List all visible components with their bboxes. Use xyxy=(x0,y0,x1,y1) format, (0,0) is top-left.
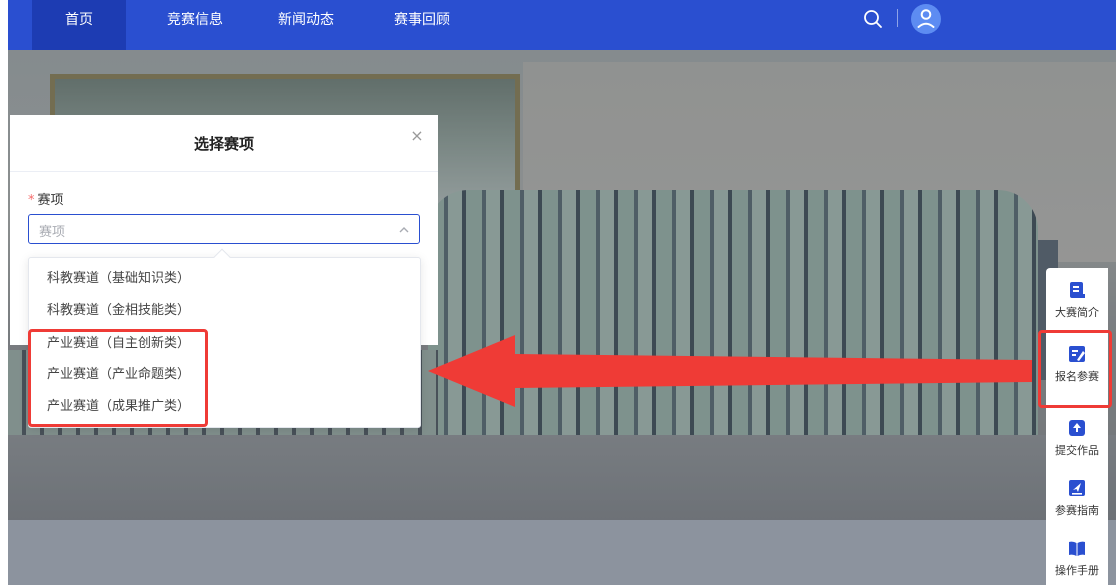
highlight-box-register xyxy=(1038,330,1112,408)
dialog-title: 选择赛项 xyxy=(193,135,254,153)
dialog-divider xyxy=(10,171,438,172)
event-field-label: * 赛项 xyxy=(28,189,64,208)
nav-divider xyxy=(897,9,898,27)
close-icon[interactable]: × xyxy=(408,127,426,145)
sidebar-item-guide[interactable]: 参赛指南 xyxy=(1046,466,1108,526)
user-avatar[interactable] xyxy=(911,4,941,34)
chevron-up-icon xyxy=(399,227,409,233)
user-icon xyxy=(917,9,935,28)
sidebar-item-label: 提交作品 xyxy=(1055,444,1099,457)
book-icon xyxy=(1069,541,1085,556)
nav-item-news[interactable]: 新闻动态 xyxy=(264,0,348,50)
event-select[interactable]: 赛项 xyxy=(28,214,420,244)
floating-sidebar: 大赛简介 报名参赛 提交作品 参赛指南 操作手册 xyxy=(1046,268,1108,585)
sidebar-item-label: 操作手册 xyxy=(1055,564,1099,577)
sidebar-item-intro[interactable]: 大赛简介 xyxy=(1046,268,1108,328)
guide-icon xyxy=(1069,480,1085,496)
nav-item-label: 首页 xyxy=(65,12,93,28)
event-select-placeholder: 赛项 xyxy=(39,225,66,240)
sidebar-item-manual[interactable]: 操作手册 xyxy=(1046,526,1108,585)
dropdown-option[interactable]: 科教赛道（基础知识类） xyxy=(29,264,420,294)
nav-item-label: 新闻动态 xyxy=(278,12,334,28)
nav-item-competition-info[interactable]: 竞赛信息 xyxy=(153,0,237,50)
dropdown-option[interactable]: 科教赛道（金相技能类） xyxy=(29,296,420,326)
highlight-box-industry-options xyxy=(28,329,208,427)
nav-item-home[interactable]: 首页 xyxy=(32,0,126,50)
top-navigation: 首页 竞赛信息 新闻动态 赛事回顾 xyxy=(8,0,1116,50)
search-icon[interactable] xyxy=(862,8,884,30)
app-frame: 首页 竞赛信息 新闻动态 赛事回顾 大赛简介 报名参赛 提交作品 参赛指南 操作… xyxy=(0,0,1116,585)
document-icon xyxy=(1070,282,1085,298)
nav-item-label: 赛事回顾 xyxy=(394,12,450,28)
nav-item-label: 竞赛信息 xyxy=(167,12,223,28)
annotation-arrow-icon xyxy=(428,335,1032,407)
event-field-label-text: 赛项 xyxy=(37,193,64,208)
upload-icon xyxy=(1069,420,1085,436)
sidebar-item-label: 参赛指南 xyxy=(1055,504,1099,517)
sidebar-item-label: 大赛简介 xyxy=(1055,306,1099,319)
sidebar-item-submit[interactable]: 提交作品 xyxy=(1046,406,1108,466)
nav-item-review[interactable]: 赛事回顾 xyxy=(380,0,464,50)
required-mark: * xyxy=(28,193,35,208)
